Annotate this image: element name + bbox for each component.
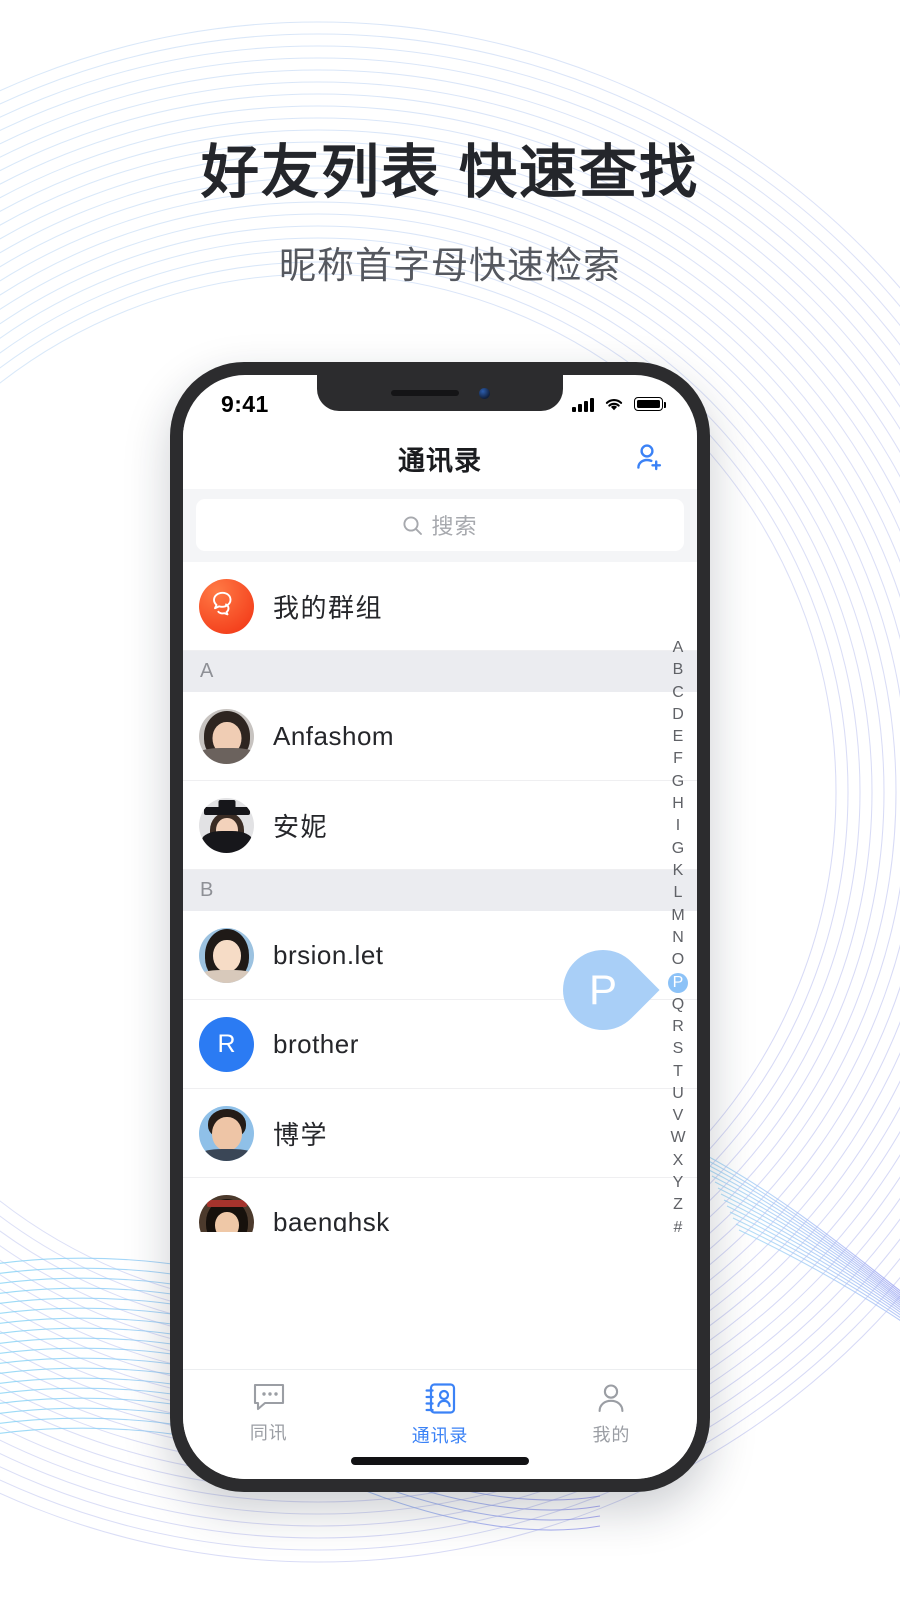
status-time: 9:41 xyxy=(221,390,269,417)
index-letter[interactable]: B xyxy=(667,659,689,681)
index-letter[interactable]: E xyxy=(667,726,689,748)
index-letter[interactable]: V xyxy=(667,1105,689,1127)
chat-bubble-icon xyxy=(253,1383,284,1411)
index-letter[interactable]: M xyxy=(667,905,689,927)
battery-full-icon xyxy=(634,397,667,411)
index-letter[interactable]: I xyxy=(667,815,689,837)
index-letter[interactable]: U xyxy=(667,1083,689,1105)
index-letter[interactable]: W xyxy=(667,1127,689,1149)
cellular-signal-icon xyxy=(572,397,594,412)
camera-icon xyxy=(478,387,490,399)
index-letter[interactable]: H xyxy=(667,793,689,815)
index-letter[interactable]: # xyxy=(667,1217,689,1239)
index-letter[interactable]: G xyxy=(667,838,689,860)
search-bar-container: 搜索 xyxy=(183,489,697,562)
index-letter[interactable]: O xyxy=(667,949,689,971)
index-letter[interactable]: R xyxy=(667,1016,689,1038)
index-letter[interactable]: G xyxy=(667,771,689,793)
contact-name: Anfashom xyxy=(273,720,395,751)
contact-name: baenghsk xyxy=(273,1206,390,1233)
add-user-button[interactable] xyxy=(629,438,669,478)
index-letter[interactable]: Q xyxy=(667,994,689,1016)
person-icon xyxy=(598,1384,624,1413)
avatar xyxy=(199,578,254,634)
section-header: B xyxy=(183,870,697,911)
index-letter[interactable]: Y xyxy=(667,1172,689,1194)
contacts-book-icon xyxy=(425,1383,456,1414)
section-header: A xyxy=(183,651,697,692)
tab-label: 同讯 xyxy=(249,1423,288,1443)
list-item[interactable]: Anfashom xyxy=(183,692,697,781)
page-title: 好友列表 快速查找 xyxy=(200,140,700,205)
list-item[interactable]: baenghsk xyxy=(183,1178,697,1232)
search-input[interactable]: 搜索 xyxy=(196,499,684,551)
index-letter[interactable]: C xyxy=(667,682,689,704)
tab-label: 通讯录 xyxy=(411,1426,469,1446)
index-letter[interactable]: Z xyxy=(667,1194,689,1216)
avatar xyxy=(199,1105,254,1161)
index-letter[interactable]: D xyxy=(667,704,689,726)
notch xyxy=(317,375,563,411)
promo-block: 好友列表 快速查找 昵称首字母快速检索 xyxy=(0,0,900,289)
group-chat-icon xyxy=(213,591,232,615)
avatar xyxy=(199,708,254,764)
tab-label: 我的 xyxy=(592,1425,631,1445)
avatar xyxy=(199,927,254,983)
speaker-icon xyxy=(390,390,459,396)
nav-bar: 通讯录 xyxy=(183,427,697,489)
index-letter[interactable]: F xyxy=(667,748,689,770)
contact-name: 我的群组 xyxy=(273,592,384,623)
section-label: B xyxy=(200,879,214,901)
index-letter[interactable]: N xyxy=(667,927,689,949)
search-placeholder: 搜索 xyxy=(431,514,478,539)
contact-name: brsion.let xyxy=(273,939,384,970)
contact-list[interactable]: 我的群组 A Anfashom 安妮 B brsion.let R brothe… xyxy=(183,562,697,1232)
nav-title: 通讯录 xyxy=(398,445,482,476)
wifi-icon xyxy=(605,399,623,411)
list-item[interactable]: 博学 xyxy=(183,1089,697,1178)
index-preview-letter: P xyxy=(588,965,618,1013)
index-letter[interactable]: A xyxy=(667,637,689,659)
avatar xyxy=(199,797,254,853)
tab-profile[interactable]: 我的 xyxy=(526,1382,697,1447)
index-letter-active[interactable]: P xyxy=(668,972,688,993)
page-subtitle: 昵称首字母快速检索 xyxy=(279,244,621,286)
home-indicator xyxy=(351,1457,529,1465)
status-indicators xyxy=(572,396,667,412)
add-user-icon xyxy=(637,444,662,471)
phone-screen: 9:41 通讯录 搜索 我的群组 A Anfashom 安妮 B brsion.… xyxy=(183,375,697,1479)
alphabet-index[interactable]: A B C D E F G H I G K L M N O P Q R S T … xyxy=(665,637,691,1239)
list-item[interactable]: 我的群组 xyxy=(183,562,697,651)
tab-contacts[interactable]: 通讯录 xyxy=(354,1382,525,1448)
section-label: A xyxy=(200,660,214,682)
index-letter[interactable]: L xyxy=(667,882,689,904)
avatar xyxy=(199,1194,254,1232)
list-item[interactable]: 安妮 xyxy=(183,781,697,870)
search-icon xyxy=(403,515,423,535)
phone-mockup: 9:41 通讯录 搜索 我的群组 A Anfashom 安妮 B brsion.… xyxy=(170,362,710,1492)
avatar: R xyxy=(199,1016,254,1072)
index-letter[interactable]: T xyxy=(667,1061,689,1083)
index-letter[interactable]: S xyxy=(667,1038,689,1060)
avatar-letter: R xyxy=(217,1029,236,1058)
index-letter[interactable]: X xyxy=(667,1150,689,1172)
contact-name: 博学 xyxy=(273,1119,329,1150)
index-letter[interactable]: K xyxy=(667,860,689,882)
tab-chat[interactable]: 同讯 xyxy=(183,1382,354,1445)
contact-name: 安妮 xyxy=(273,811,329,842)
contact-name: brother xyxy=(273,1028,359,1059)
